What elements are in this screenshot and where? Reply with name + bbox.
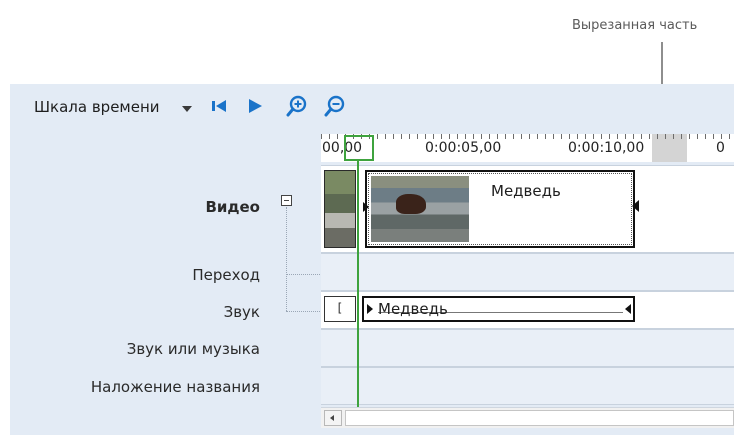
playhead-line[interactable] — [357, 161, 359, 407]
collapse-video-toggle[interactable] — [281, 195, 292, 206]
track-label-video: Видео — [205, 198, 260, 216]
track-label-transition: Переход — [192, 266, 260, 284]
trim-handle-left-icon[interactable] — [363, 202, 369, 212]
track-label-music: Звук или музыка — [126, 340, 260, 358]
ruler-label-end: 0 — [716, 140, 725, 156]
zoom-out-icon — [324, 95, 345, 117]
video-track: Медведь — [321, 165, 734, 253]
tree-connector-audio — [286, 311, 320, 312]
video-thumbnail — [371, 176, 469, 242]
audio-clip-small[interactable]: [ — [324, 296, 356, 322]
video-clip-small[interactable] — [324, 170, 356, 248]
play-button[interactable] — [244, 94, 266, 118]
audio-trim-left-icon[interactable] — [367, 304, 373, 314]
track-label-audio: Звук — [223, 303, 260, 321]
transition-track — [321, 253, 734, 291]
audio-clip-bear[interactable]: Медведь — [362, 296, 635, 322]
bear-image — [396, 194, 426, 214]
cut-callout-label: Вырезанная часть — [572, 18, 698, 33]
audio-clip-title: Медведь — [378, 300, 448, 318]
skip-back-icon — [212, 100, 226, 112]
ruler-ticks — [321, 134, 734, 139]
time-ruler[interactable]: 00,00 0:00:05,00 0:00:10,00 0 — [321, 134, 734, 162]
tree-connector-vertical — [286, 207, 287, 311]
track-label-title-overlay: Наложение названия — [90, 378, 260, 396]
horizontal-scrollbar[interactable] — [321, 407, 734, 428]
title-overlay-track — [321, 367, 734, 405]
zoom-in-icon — [286, 95, 307, 117]
ruler-label-5s: 0:00:05,00 — [425, 140, 502, 156]
scroll-left-button[interactable] — [324, 410, 342, 426]
video-clip-title: Медведь — [491, 182, 561, 200]
playhead-marker[interactable] — [344, 135, 374, 161]
trim-handle-right-icon[interactable] — [632, 200, 639, 212]
zoom-in-button[interactable] — [286, 94, 308, 118]
timeline-toolbar: Шкала времени — [10, 84, 734, 126]
zoom-out-button[interactable] — [324, 94, 346, 118]
video-clip-bear[interactable]: Медведь — [363, 170, 639, 248]
tree-connector-transition — [286, 274, 320, 275]
music-track — [321, 329, 734, 367]
timeline-mode-label[interactable]: Шкала времени — [34, 98, 160, 116]
tracks-area: Медведь [ Медведь — [321, 165, 734, 405]
dropdown-arrow-icon[interactable] — [182, 106, 192, 112]
play-icon — [249, 99, 262, 113]
ruler-label-10s: 0:00:10,00 — [568, 140, 645, 156]
rewind-to-start-button[interactable] — [208, 94, 230, 118]
audio-trim-right-icon[interactable] — [625, 304, 631, 314]
scroll-thumb[interactable] — [345, 410, 734, 426]
